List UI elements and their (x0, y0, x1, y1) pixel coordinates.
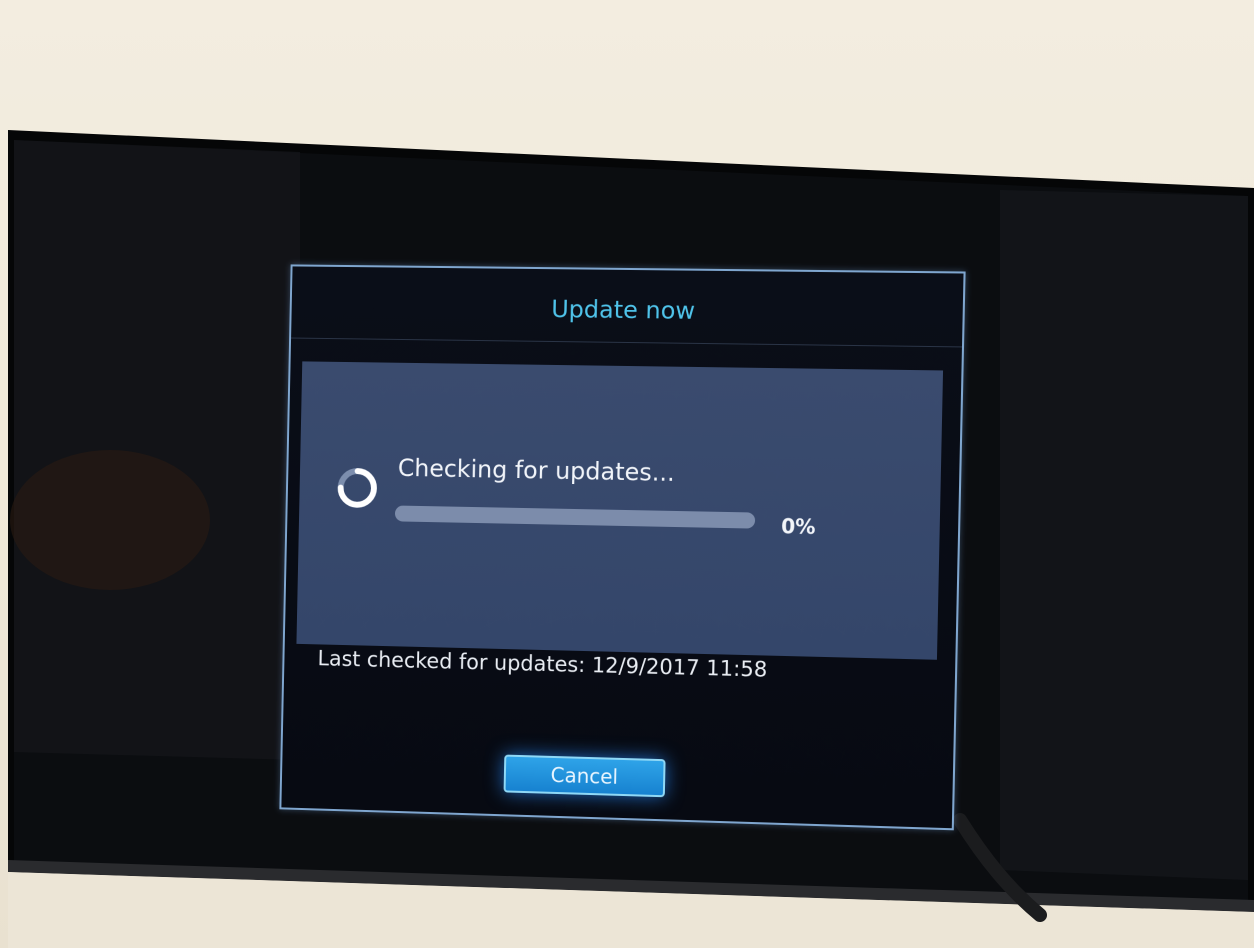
progress-bar (394, 505, 756, 529)
title-divider (291, 337, 962, 348)
status-text: Checking for updates... (397, 453, 676, 487)
dialog-title: Update now (550, 295, 696, 325)
loading-spinner-icon (334, 465, 380, 511)
cancel-button[interactable]: Cancel (503, 754, 666, 798)
update-dialog-container: Update now Checking for updates... 0% La… (279, 264, 980, 838)
progress-panel: Checking for updates... 0% (296, 361, 944, 660)
update-dialog: Update now Checking for updates... 0% La… (279, 264, 966, 831)
photo-scene: Update now Checking for updates... 0% La… (0, 0, 1254, 948)
progress-percent: 0% (780, 514, 816, 539)
